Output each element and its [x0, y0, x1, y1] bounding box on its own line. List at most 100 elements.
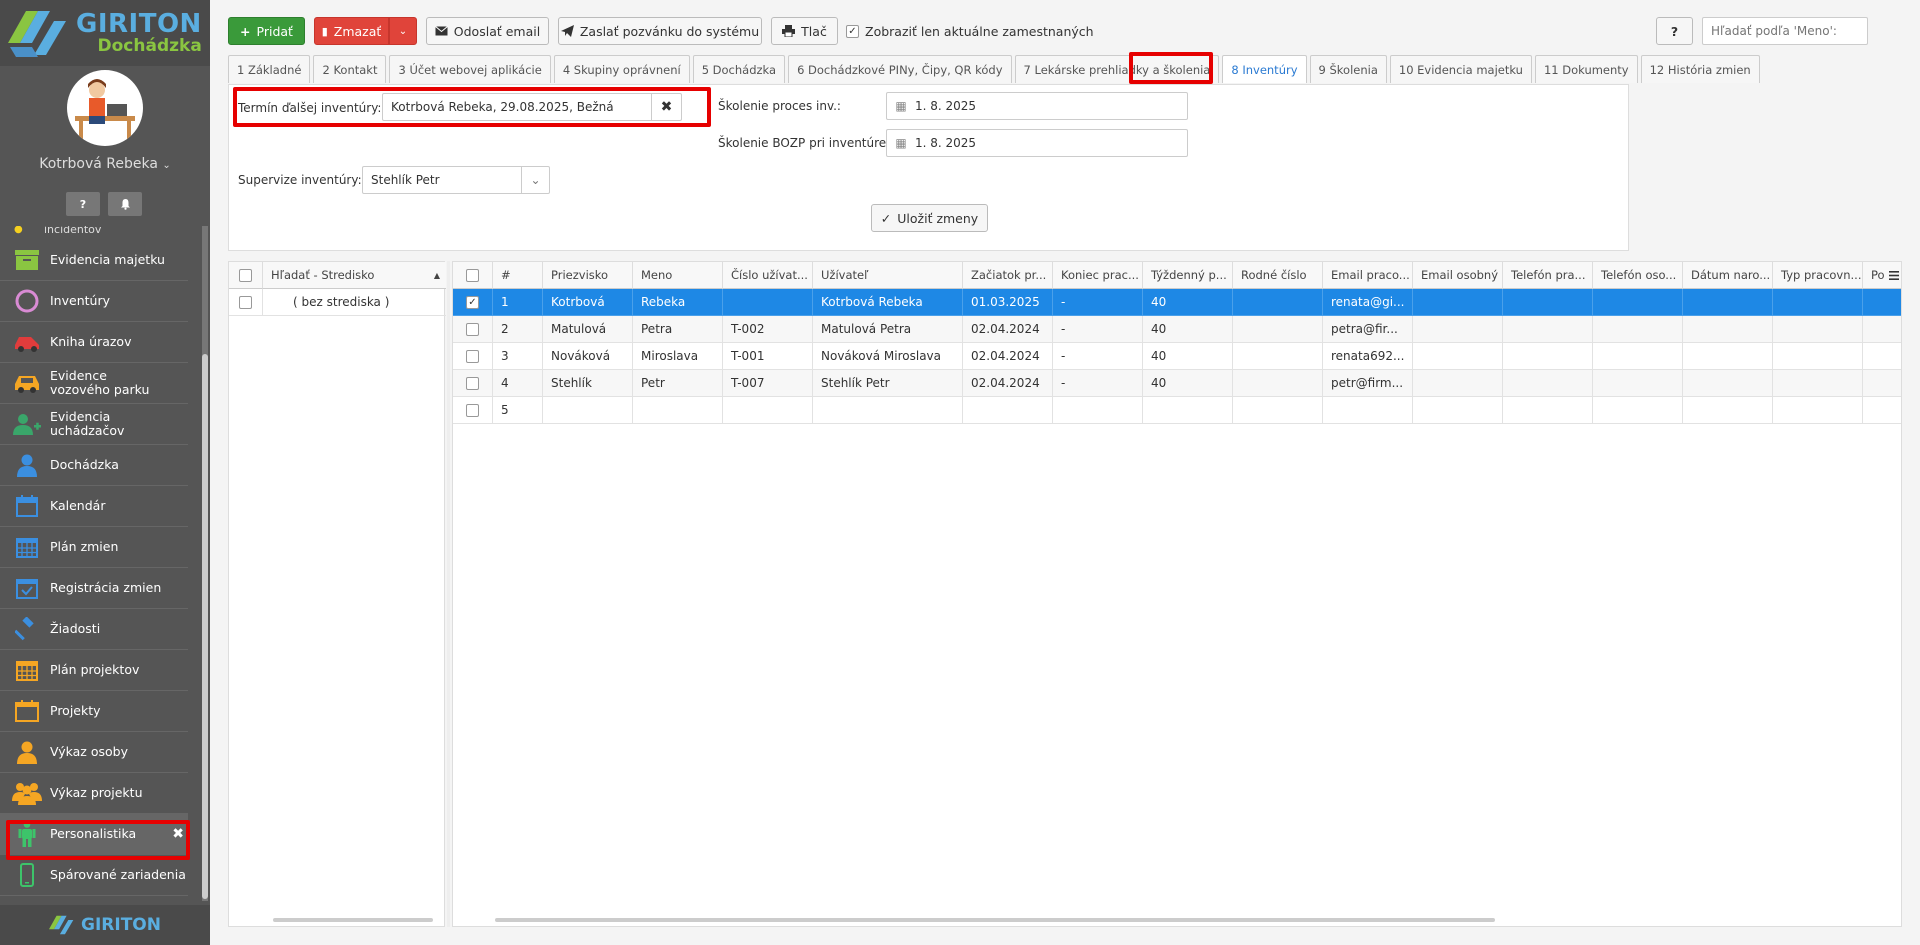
delete-button[interactable]: ▮ Zmazať — [314, 17, 389, 45]
save-changes-button[interactable]: ✓ Uložiť zmeny — [871, 204, 988, 232]
row-checkbox-cell[interactable] — [229, 289, 263, 316]
sidebar-item-evidence-vozoveho-parku[interactable]: Evidence vozového parku — [0, 363, 188, 404]
row-checkbox[interactable] — [239, 295, 252, 309]
person-icon — [12, 737, 42, 767]
column-header[interactable]: Email osobný — [1413, 262, 1503, 289]
sidebar-item-kalendar[interactable]: Kalendár — [0, 486, 188, 527]
send-invite-button[interactable]: Zaslať pozvánku do systému — [558, 17, 762, 45]
clear-icon[interactable]: ✖ — [651, 94, 681, 120]
tab-9[interactable]: 9 Školenia — [1309, 55, 1387, 83]
row-checkbox[interactable] — [466, 376, 479, 390]
sidebar-item-inventury[interactable]: Inventúry — [0, 281, 188, 322]
row-checkbox-cell[interactable]: ✓ — [453, 289, 493, 316]
tab-12[interactable]: 12 História zmien — [1640, 55, 1760, 83]
column-header[interactable]: Telefón oso... — [1593, 262, 1683, 289]
column-header[interactable]: Týždenný p... — [1143, 262, 1233, 289]
table-cell — [1503, 343, 1593, 370]
column-header[interactable]: Číslo užívat... — [723, 262, 813, 289]
supervision-select[interactable]: Stehlík Petr ⌄ — [362, 166, 550, 194]
sidebar-item-plan-projektov[interactable]: Plán projektov — [0, 650, 188, 691]
sidebar-item-evidencia-uchadzacov[interactable]: Evidencia uchádzačov — [0, 404, 188, 445]
column-header[interactable]: Email praco... — [1323, 262, 1413, 289]
row-checkbox-cell[interactable] — [453, 397, 493, 424]
sidebar-item-evidencia-majetku[interactable]: Evidencia majetku — [0, 240, 188, 281]
training-bozp-date-field[interactable]: ▦ 1. 8. 2025 — [886, 129, 1188, 157]
next-inventory-field[interactable]: Kotrbová Rebeka, 29.08.2025, Bežná ✖ — [382, 93, 682, 121]
help-button[interactable]: ? — [66, 192, 100, 216]
sidebar-item-incidents[interactable]: ● incidentov — [0, 226, 200, 240]
sort-up-icon[interactable]: ▲ — [434, 271, 440, 280]
tab-11[interactable]: 11 Dokumenty — [1534, 55, 1638, 83]
row-checkbox-cell[interactable] — [453, 370, 493, 397]
select-all-employees[interactable] — [453, 262, 493, 289]
user-name-dropdown[interactable]: Kotrbová Rebeka ⌄ — [0, 156, 210, 172]
tab-6[interactable]: 6 Dochádzkové PINy, Čipy, QR kódy — [788, 55, 1012, 83]
sidebar-item-plan-zmien[interactable]: Plán zmien — [0, 527, 188, 568]
row-checkbox[interactable] — [466, 322, 479, 336]
sidebar-item-kniha-urazov[interactable]: Kniha úrazov — [0, 322, 188, 363]
notifications-button[interactable] — [108, 192, 142, 216]
column-header[interactable]: Meno — [633, 262, 723, 289]
column-header[interactable]: # — [493, 262, 543, 289]
column-header[interactable]: Dátum naro... — [1683, 262, 1773, 289]
only-current-toggle[interactable]: ✓ Zobraziť len aktuálne zamestnaných — [846, 24, 1094, 39]
add-button[interactable]: + Pridať — [228, 17, 305, 45]
tab-5[interactable]: 5 Dochádzka — [692, 55, 786, 83]
column-header[interactable]: Priezvisko — [543, 262, 633, 289]
tab-10[interactable]: 10 Evidencia majetku — [1389, 55, 1532, 83]
left-grid-hscroll[interactable] — [273, 918, 433, 922]
sidebar-item-registracia-zmien[interactable]: Registrácia zmien — [0, 568, 188, 609]
column-header[interactable]: Typ pracovn... — [1773, 262, 1863, 289]
logo[interactable]: GIRITON Dochádzka — [0, 0, 210, 66]
tab-8[interactable]: 8 Inventúry — [1222, 55, 1307, 83]
sidebar-item-ziadosti[interactable]: Žiadosti — [0, 609, 188, 650]
tab-2[interactable]: 2 Kontakt — [313, 55, 387, 83]
close-icon[interactable]: ✖ — [172, 826, 184, 842]
column-header[interactable]: Rodné číslo — [1233, 262, 1323, 289]
delete-dropdown-button[interactable]: ⌄ — [389, 17, 417, 45]
cost-center-search-header[interactable]: Hľadať - Stredisko ▲ — [263, 262, 446, 289]
select-all-checkbox[interactable] — [239, 268, 252, 282]
tab-4[interactable]: 4 Skupiny oprávnení — [553, 55, 690, 83]
select-all-cost-centers[interactable] — [229, 262, 263, 289]
column-menu-icon[interactable] — [1886, 262, 1901, 289]
sidebar-item-dochadzka[interactable]: Dochádzka — [0, 445, 188, 486]
row-checkbox[interactable] — [466, 349, 479, 363]
sidebar-item-projekty[interactable]: Projekty — [0, 691, 188, 732]
table-cell: 1 — [493, 289, 543, 316]
send-email-button[interactable]: Odoslať email — [426, 17, 549, 45]
print-button[interactable]: Tlač — [771, 17, 838, 45]
tab-7[interactable]: 7 Lekárske prehliadky a školenia — [1014, 55, 1220, 83]
tab-3[interactable]: 3 Účet webovej aplikácie — [389, 55, 551, 83]
table-row[interactable]: 2 Matulová Petra T-002 Matulová Petra 02.04.2… — [453, 316, 1901, 343]
row-checkbox-cell[interactable] — [453, 316, 493, 343]
sidebar-item-personalistika[interactable]: Personalistika ✖ — [0, 814, 188, 855]
row-checkbox[interactable] — [466, 403, 479, 417]
sidebar-item-sparovane-zariadenia[interactable]: Spárované zariadenia — [0, 855, 188, 896]
sidebar-item-vykaz-projektu[interactable]: Výkaz projektu — [0, 773, 188, 814]
sidebar-item-vykaz-osoby[interactable]: Výkaz osoby — [0, 732, 188, 773]
table-row[interactable]: 4 Stehlík Petr T-007 Stehlík Petr 02.04.2024-… — [453, 370, 1901, 397]
column-header[interactable]: Telefón pra... — [1503, 262, 1593, 289]
search-input[interactable] — [1702, 17, 1868, 45]
training-process-date-field[interactable]: ▦ 1. 8. 2025 — [886, 92, 1188, 120]
table-row[interactable]: 3 Nováková Miroslava T-001 Nováková Miroslav… — [453, 343, 1901, 370]
sidebar-item-label: Žiadosti — [50, 620, 101, 636]
column-header[interactable]: Začiatok pr... — [963, 262, 1053, 289]
avatar[interactable] — [67, 70, 143, 146]
row-checkbox[interactable]: ✓ — [466, 295, 479, 309]
select-all-checkbox[interactable] — [466, 268, 479, 282]
cost-center-row[interactable]: ( bez strediska ) — [229, 289, 446, 316]
tab-1[interactable]: 1 Základné — [228, 55, 311, 83]
table-cell: 3 — [493, 343, 543, 370]
sidebar-scrollbar-thumb[interactable] — [202, 354, 208, 899]
table-row[interactable]: ✓ 1 Kotrbová Rebeka Kotrbová Rebeka 01.03.202… — [453, 289, 1901, 316]
column-header[interactable]: Koniec prac... — [1053, 262, 1143, 289]
only-current-checkbox[interactable]: ✓ — [846, 25, 859, 38]
help-button[interactable]: ? — [1656, 17, 1693, 45]
column-header[interactable]: Užívateľ — [813, 262, 963, 289]
table-row[interactable]: 5 — [453, 397, 1901, 424]
main-grid-hscroll[interactable] — [495, 918, 1495, 922]
grid-splitter[interactable] — [447, 261, 450, 927]
row-checkbox-cell[interactable] — [453, 343, 493, 370]
